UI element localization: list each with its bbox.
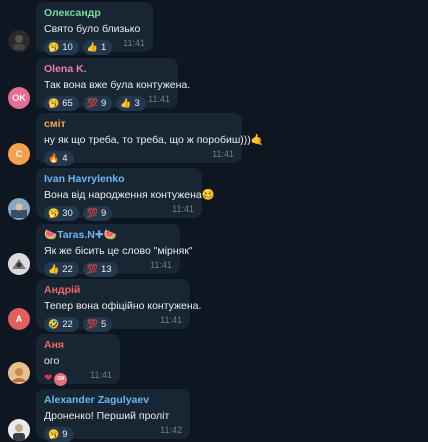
sender-name[interactable]: Андрій (44, 284, 182, 297)
reaction[interactable]: 💯 9 (82, 95, 113, 111)
message-text: Вона від народження контужена🥴 (44, 189, 215, 201)
hundred-points-icon: 💯 (86, 207, 99, 218)
reactions: 🥱 30 💯 9 (44, 205, 113, 221)
heart-icon[interactable]: ❤ (44, 373, 52, 386)
timestamp: 11:42 (160, 425, 182, 435)
yawn-icon: 🥱 (48, 428, 60, 439)
message-text: ого (44, 355, 60, 367)
reaction[interactable]: 👍 22 (44, 261, 79, 277)
message-text: Дроненко! Перший проліт (44, 410, 170, 422)
yawn-icon: 🥱 (48, 41, 60, 52)
message-footer: 🔥 4 (44, 150, 234, 166)
hundred-points-icon: 💯 (86, 263, 99, 274)
sender-name[interactable]: Alexander Zagulyaev (44, 394, 182, 407)
message-bubble: Alexander Zagulyaev Дроненко! Перший про… (36, 389, 190, 442)
message-text: Свято було близько (44, 23, 141, 35)
message-bubble: 🍉Taras.N✚🍉 Як же бісить це слово "мірняк… (36, 224, 193, 277)
reaction[interactable]: 💯 13 (82, 261, 118, 277)
reactions: 🔥 4 (44, 150, 74, 166)
reaction-count: 22 (62, 263, 73, 275)
message-text: Тепер вона офіційно контужена. (44, 300, 202, 312)
reactions: 🥱 9 (44, 426, 74, 442)
message-text: Як же бісить це слово "мірняк" (44, 245, 193, 257)
reaction-count: 65 (62, 97, 73, 109)
message-bubble: Андрій Тепер вона офіційно контужена. 🤣 2… (36, 279, 202, 332)
reactions: 🥱 10 👍 1 (44, 39, 113, 55)
reaction[interactable]: 🤣 22 (44, 316, 79, 332)
yawn-icon: 🥱 (48, 207, 60, 218)
reaction[interactable]: 🥱 10 (44, 39, 79, 55)
avatar[interactable]: OK (8, 87, 30, 109)
timestamp: 11:41 (148, 94, 170, 104)
sender-name[interactable]: Аня (44, 339, 112, 352)
sender-name[interactable]: 🍉Taras.N✚🍉 (44, 229, 172, 242)
reaction-count: 30 (62, 207, 73, 219)
reactions: 🥱 65 💯 9 👍 3 (44, 95, 146, 111)
timestamp: 11:41 (123, 38, 145, 48)
avatar[interactable]: A (8, 308, 30, 330)
fire-icon: 🔥 (48, 152, 60, 163)
reactions: 👍 22 💯 13 (44, 261, 118, 277)
avatar[interactable]: C (8, 143, 30, 165)
reaction-count: 3 (134, 97, 140, 109)
hundred-points-icon: 💯 (86, 318, 99, 329)
reaction[interactable]: 💯 9 (82, 205, 113, 221)
message-bubble: Олександр Свято було близько 🥱 10 👍 1 11:4… (36, 2, 153, 55)
reaction[interactable]: 🥱 30 (44, 205, 79, 221)
yawn-icon: 🥱 (48, 97, 60, 108)
reaction[interactable]: 👍 3 (116, 95, 146, 111)
reaction[interactable]: 🥱 9 (44, 426, 74, 442)
reaction[interactable]: 🔥 4 (44, 150, 74, 166)
rofl-icon: 🤣 (48, 318, 60, 329)
reaction[interactable]: 🥱 65 (44, 95, 79, 111)
hundred-points-icon: 💯 (86, 97, 99, 108)
avatar[interactable] (8, 198, 30, 220)
sender-name[interactable]: Olena K. (44, 63, 170, 76)
reaction-count: 9 (62, 428, 68, 440)
message-bubble: Olena K. Так вона вже була контужена. 🥱 6… (36, 58, 191, 111)
message-bubble: Аня ого ❤ ОК 11:41 (36, 334, 120, 386)
sender-name[interactable]: сміт (44, 118, 234, 131)
sender-name[interactable]: Ivan Havrylenko (44, 173, 194, 186)
timestamp: 11:41 (150, 260, 172, 270)
reaction-count: 10 (62, 41, 73, 53)
timestamp: 11:41 (172, 204, 194, 214)
avatar[interactable] (8, 253, 30, 275)
reaction-count: 22 (62, 318, 73, 330)
reaction[interactable]: 👍 1 (82, 39, 113, 55)
message-bubble: сміт ну як що треба, то треба, що ж поро… (36, 113, 264, 166)
timestamp: 11:41 (160, 315, 182, 325)
message-text: ну як що треба, то треба, що ж поробиш))… (44, 134, 264, 146)
thumbs-up-icon: 👍 (48, 263, 60, 274)
reactions: ❤ ОК (44, 372, 68, 386)
reaction[interactable]: 💯 5 (82, 316, 113, 332)
thumbs-up-icon: 👍 (120, 97, 132, 108)
avatar[interactable] (8, 30, 30, 52)
sender-name[interactable]: Олександр (44, 7, 145, 20)
thumbs-up-icon: 👍 (86, 41, 99, 52)
reaction-count: 9 (101, 97, 107, 109)
reaction-count: 4 (62, 152, 68, 164)
reactor-avatar: ОК (54, 372, 68, 386)
reaction-count: 5 (101, 318, 107, 330)
avatar[interactable] (8, 362, 30, 384)
reaction-count: 13 (101, 263, 112, 275)
message-bubble: Ivan Havrylenko Вона від народження конт… (36, 168, 215, 221)
reaction-count: 1 (101, 41, 107, 53)
reaction-count: 9 (101, 207, 107, 219)
timestamp: 11:41 (90, 370, 112, 380)
message-text: Так вона вже була контужена. (44, 79, 191, 91)
reactions: 🤣 22 💯 5 (44, 316, 113, 332)
timestamp: 11:41 (212, 149, 234, 159)
avatar[interactable] (8, 419, 30, 441)
